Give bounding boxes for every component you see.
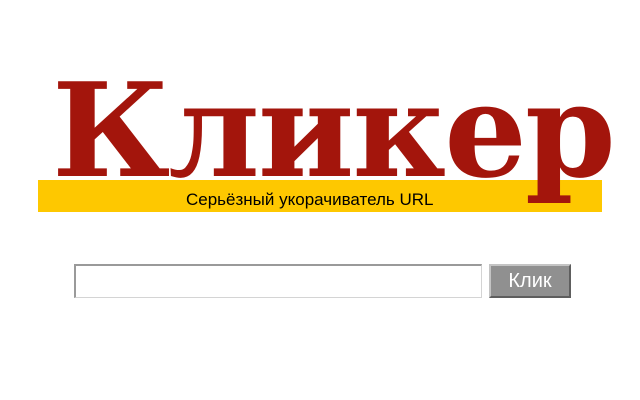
url-input[interactable] — [74, 264, 482, 298]
logo: Кликер Серьёзный укорачиватель URL — [0, 0, 640, 230]
logo-tagline: Серьёзный укорачиватель URL — [186, 190, 434, 209]
page: Кликер Серьёзный укорачиватель URL Клик — [0, 0, 640, 400]
click-button[interactable]: Клик — [489, 264, 571, 298]
shorten-form: Клик — [74, 264, 572, 302]
logo-wordmark: Кликер — [52, 54, 616, 207]
